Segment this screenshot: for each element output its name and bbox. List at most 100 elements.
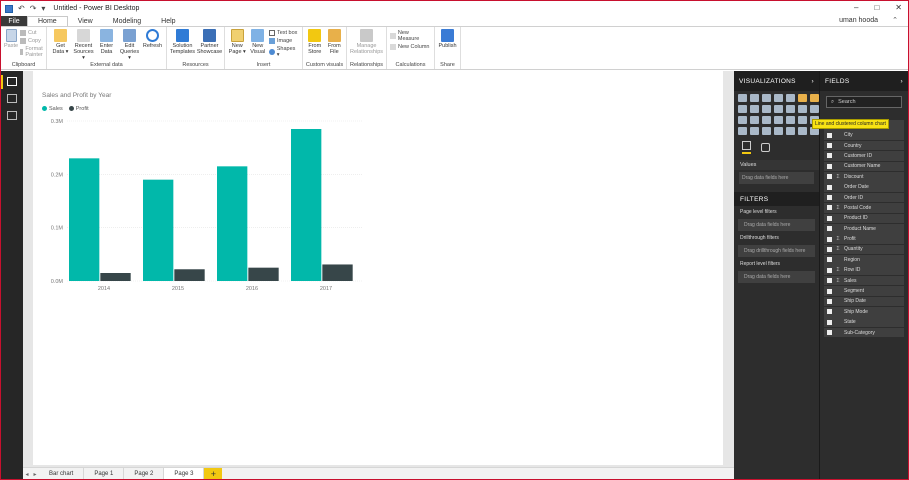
field-checkbox[interactable] [827,278,832,284]
report-filters-dropzone[interactable]: Drag data fields here [738,271,815,283]
visual-type-icon[interactable] [798,116,807,124]
visual-type-icon[interactable] [786,94,795,102]
field-item[interactable]: Order Date [824,182,904,192]
field-item[interactable]: Segment [824,286,904,296]
field-checkbox[interactable] [827,330,832,336]
clustered-column-chart[interactable]: 0.0M 0.1M 0.2M 0.3M 2014 2015 2016 2017 [33,111,373,331]
format-tab[interactable] [761,142,770,152]
maximize-button[interactable]: □ [874,3,879,12]
field-item[interactable]: Σ Row ID [824,265,904,276]
visual-type-icon[interactable] [810,94,819,102]
add-page-button[interactable]: + [204,468,223,479]
field-item[interactable]: Country [824,140,904,151]
collapse-ribbon-icon[interactable]: ⌃ [892,16,898,24]
report-view-icon[interactable] [7,77,17,86]
field-item[interactable]: Ship Date [824,296,904,307]
drillthrough-dropzone[interactable]: Drag drillthrough fields here [738,245,815,257]
bar-profit[interactable] [322,264,353,281]
visual-type-icon[interactable] [786,105,795,113]
visual-type-icon[interactable] [762,127,771,135]
close-button[interactable]: ✕ [895,3,902,12]
user-name[interactable]: uman hooda [839,17,878,24]
bar-sales[interactable] [69,158,100,281]
field-item[interactable]: Σ Profit [824,234,904,244]
customize-dropdown-icon[interactable]: ▾ [41,4,45,13]
tab-file[interactable]: File [1,16,27,26]
field-item[interactable]: Region [824,255,904,265]
fields-tab[interactable] [742,140,751,154]
visual-type-icon[interactable] [750,94,759,102]
field-checkbox[interactable] [827,184,832,190]
field-item[interactable]: Σ Quantity [824,244,904,255]
field-checkbox[interactable] [827,205,832,211]
visual-type-icon[interactable] [750,105,759,113]
report-page[interactable]: Sales and Profit by Year Sales Profit 0.… [33,71,723,465]
visual-type-icon[interactable] [738,94,747,102]
field-item[interactable]: Sub-Category [824,327,904,338]
field-checkbox[interactable] [827,215,832,221]
field-item[interactable]: Σ Postal Code [824,203,904,213]
relationships-view-icon[interactable] [7,111,17,120]
bar-sales[interactable] [143,179,174,281]
format-painter-button[interactable]: Format Painter [20,46,45,58]
page-tab-page-2[interactable]: Page 2 [124,468,165,479]
shapes-button[interactable]: Shapes ▾ [268,46,299,58]
field-checkbox[interactable] [827,174,832,180]
field-item[interactable]: Σ Sales [824,275,904,286]
field-item[interactable]: City [824,130,904,140]
field-item[interactable]: Customer ID [824,151,904,161]
field-checkbox[interactable] [827,195,832,201]
tab-modeling[interactable]: Modeling [103,16,151,26]
field-checkbox[interactable] [827,288,832,294]
field-checkbox[interactable] [827,319,832,325]
visual-type-icon[interactable] [774,94,783,102]
tab-view[interactable]: View [68,16,103,26]
field-checkbox[interactable] [827,163,832,169]
prev-page-icon[interactable]: ◂ [23,468,31,479]
tab-home[interactable]: Home [27,16,68,26]
undo-icon[interactable]: ↶ [18,4,25,13]
minimize-button[interactable]: – [854,3,858,12]
page-tab-page-1[interactable]: Page 1 [84,468,125,479]
visual-type-icon[interactable] [774,105,783,113]
page-tab-page-3[interactable]: Page 3 [164,468,205,479]
visual-type-icon[interactable] [798,94,807,102]
values-dropzone[interactable]: Drag data fields here [739,172,814,184]
visual-type-icon[interactable] [738,105,747,113]
field-checkbox[interactable] [827,298,832,304]
field-checkbox[interactable] [827,236,832,242]
field-checkbox[interactable] [827,132,832,138]
field-checkbox[interactable] [827,246,832,252]
field-item[interactable]: Order ID [824,192,904,203]
visual-type-icon[interactable] [798,127,807,135]
field-item[interactable]: Customer Name [824,161,904,172]
data-view-icon[interactable] [7,94,17,103]
text-box-button[interactable]: Text box [268,30,299,36]
visual-type-icon[interactable] [750,116,759,124]
visual-type-icon[interactable] [750,127,759,135]
visual-type-icon[interactable] [762,94,771,102]
bar-sales[interactable] [291,129,322,281]
visual-type-icon[interactable] [774,127,783,135]
expand-fields-chevron-icon[interactable]: › [901,78,903,85]
save-icon[interactable] [5,4,13,13]
tab-help[interactable]: Help [151,16,185,26]
next-page-icon[interactable]: ▸ [31,468,39,479]
visual-type-icon[interactable] [738,116,747,124]
visual-type-icon[interactable] [786,127,795,135]
cut-button[interactable]: Cut [20,30,45,36]
redo-icon[interactable]: ↷ [30,4,37,13]
field-checkbox[interactable] [827,257,832,263]
image-button[interactable]: Image [268,38,299,44]
field-checkbox[interactable] [827,143,832,149]
bar-profit[interactable] [174,269,205,281]
field-checkbox[interactable] [827,267,832,273]
visual-type-icon[interactable] [798,105,807,113]
page-tab-bar-chart[interactable]: Bar chart [39,468,85,479]
bar-profit[interactable] [100,273,131,281]
copy-button[interactable]: Copy [20,38,45,44]
field-item[interactable]: State [824,317,904,328]
visual-type-icon[interactable] [738,127,747,135]
visual-type-icon[interactable] [762,116,771,124]
new-measure-button[interactable]: New Measure [390,30,431,42]
